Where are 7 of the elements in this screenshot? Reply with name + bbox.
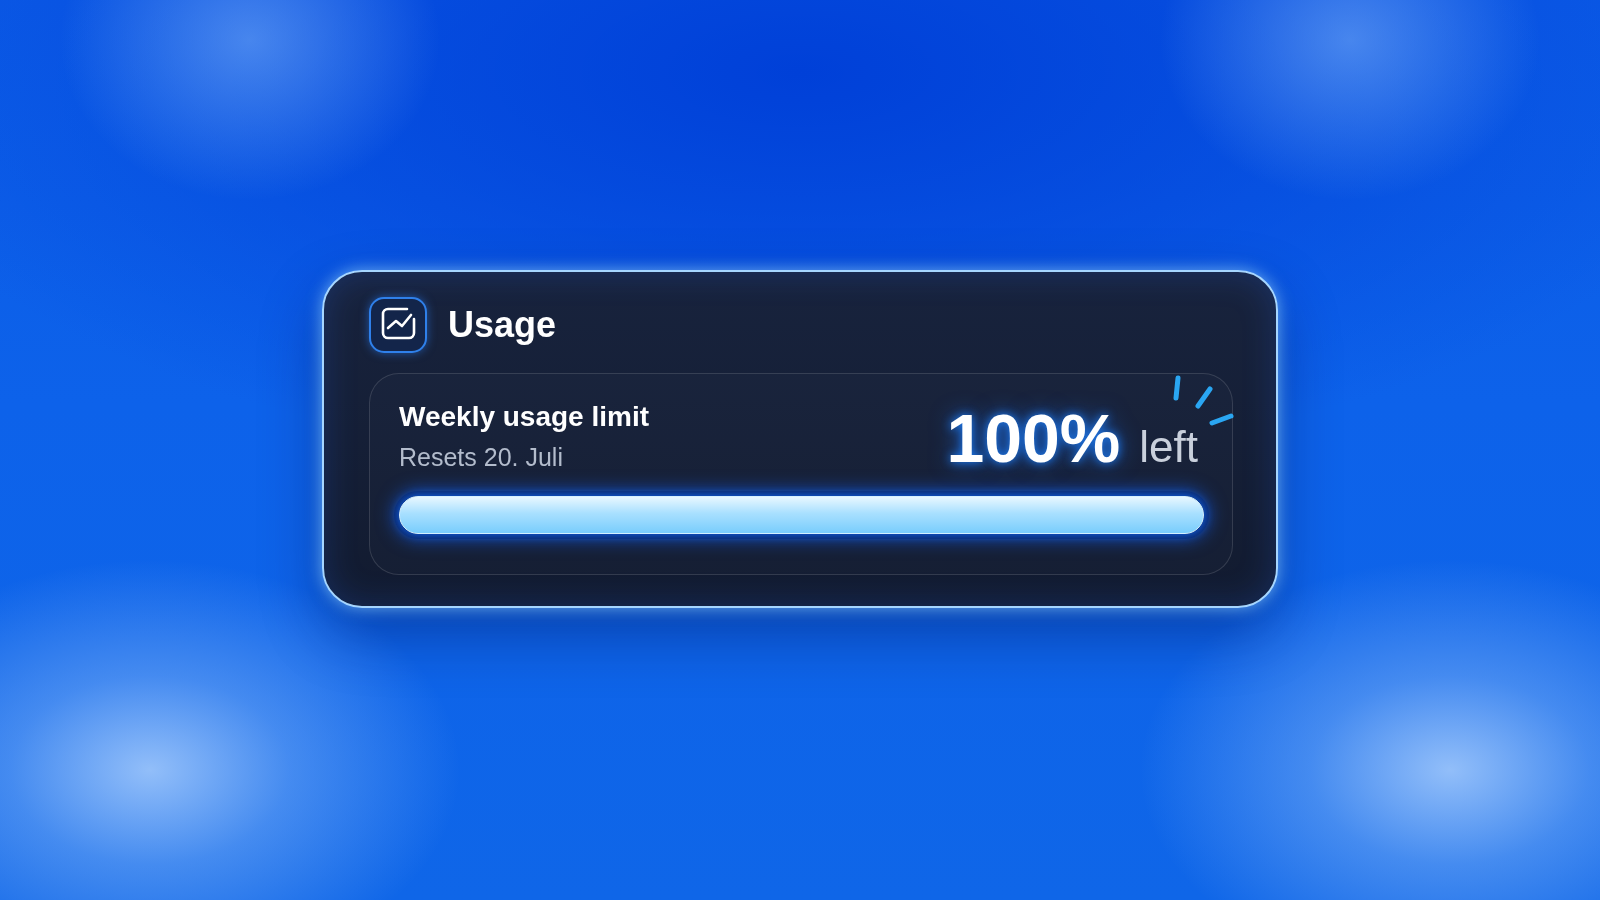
percent-suffix: left	[1139, 424, 1198, 469]
line-chart-icon	[369, 296, 427, 353]
percent-value: 100%	[946, 403, 1121, 472]
card-title: Usage	[448, 302, 557, 347]
reset-date: Resets 20. Juli	[399, 441, 564, 472]
limit-label: Weekly usage limit	[399, 399, 650, 434]
spark-lines-icon	[1173, 373, 1235, 428]
